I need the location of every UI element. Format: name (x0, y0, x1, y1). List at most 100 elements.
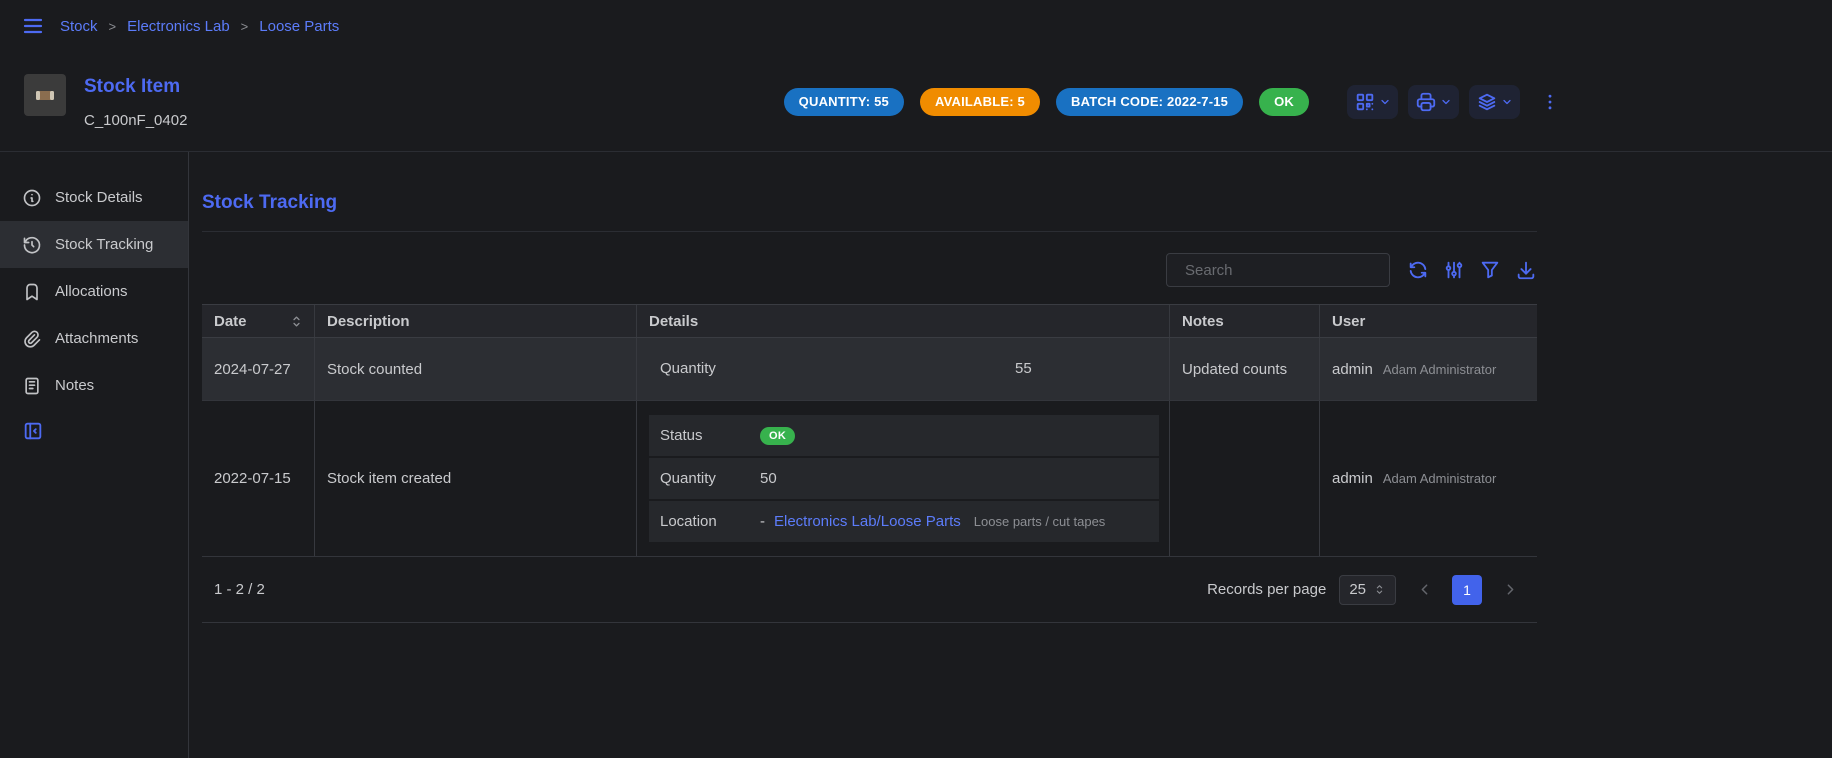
notes-icon (22, 376, 42, 396)
column-header-description: Description (314, 305, 636, 337)
page-header: Stock Item C_100nF_0402 QUANTITY: 55 AVA… (0, 52, 1832, 152)
stack-icon (1476, 91, 1498, 113)
location-dash: - (760, 513, 765, 530)
details-cell: Status OK Quantity 50 Location - Electro… (636, 401, 1169, 556)
column-header-details: Details (636, 305, 1169, 337)
notes-cell (1169, 401, 1319, 556)
chevron-down-icon (1379, 96, 1391, 108)
section-title: Stock Tracking (202, 192, 1537, 214)
records-per-page-label: Records per page (1207, 581, 1326, 598)
breadcrumb-electronics-lab[interactable]: Electronics Lab (127, 18, 230, 35)
sidebar-item-label: Allocations (55, 283, 128, 300)
detail-key: Quantity (660, 360, 1015, 377)
printer-icon (1415, 91, 1437, 113)
table-toolbar (202, 253, 1537, 287)
stock-operations-button[interactable] (1469, 85, 1520, 119)
available-badge: AVAILABLE: 5 (920, 88, 1040, 116)
sidebar-item-label: Attachments (55, 330, 138, 347)
detail-quantity-row: Quantity 55 (649, 348, 1159, 389)
location-link[interactable]: Electronics Lab/Loose Parts (774, 513, 961, 530)
title-block: Stock Item C_100nF_0402 (84, 74, 187, 129)
page-title: Stock Item (84, 76, 187, 98)
page-size-value: 25 (1349, 581, 1366, 598)
selector-icon (1373, 583, 1386, 596)
search-box (1166, 253, 1390, 287)
breadcrumb-separator: > (241, 19, 249, 34)
sidebar-item-notes[interactable]: Notes (0, 362, 188, 409)
qrcode-icon (1354, 91, 1376, 113)
user-cell: admin Adam Administrator (1319, 338, 1537, 400)
content: Stock Details Stock Tracking Allocations… (0, 152, 1832, 758)
detail-value: 55 (1015, 360, 1032, 377)
detail-value: 50 (760, 470, 777, 487)
sort-icon (289, 314, 304, 329)
column-header-user: User (1319, 305, 1537, 337)
part-thumbnail[interactable] (24, 74, 66, 116)
menu-icon[interactable] (21, 14, 45, 38)
sidebar-item-allocations[interactable]: Allocations (0, 268, 188, 315)
header-actions: QUANTITY: 55 AVAILABLE: 5 BATCH CODE: 20… (784, 85, 1564, 119)
chevron-down-icon (1501, 96, 1513, 108)
sidebar-collapse-button[interactable] (0, 409, 188, 453)
notes-cell: Updated counts (1169, 338, 1319, 400)
action-buttons (1347, 85, 1564, 119)
page-1-button[interactable]: 1 (1452, 575, 1482, 605)
bookmark-icon (22, 282, 42, 302)
record-range: 1 - 2 / 2 (214, 581, 265, 598)
table-actions (1407, 259, 1537, 281)
date-cell: 2022-07-15 (202, 401, 314, 556)
table-row[interactable]: 2024-07-27 Stock counted Quantity 55 Upd… (202, 338, 1537, 401)
breadcrumb-separator: > (109, 19, 117, 34)
barcode-actions-button[interactable] (1347, 85, 1398, 119)
detail-location-row: Location - Electronics Lab/Loose Parts L… (649, 501, 1159, 542)
search-input[interactable] (1185, 262, 1384, 279)
status-ok-badge: OK (1259, 88, 1309, 116)
sidebar: Stock Details Stock Tracking Allocations… (0, 152, 189, 758)
chevron-left-icon (1416, 581, 1433, 598)
detail-key: Status (660, 427, 760, 444)
info-circle-icon (22, 188, 42, 208)
detail-key: Quantity (660, 470, 760, 487)
previous-page-button[interactable] (1409, 575, 1439, 605)
pagination-controls: Records per page 25 1 (1207, 575, 1525, 605)
breadcrumb-loose-parts[interactable]: Loose Parts (259, 18, 339, 35)
detail-quantity-row: Quantity 50 (649, 458, 1159, 499)
capacitor-image (30, 80, 60, 110)
username: admin (1332, 361, 1373, 378)
quantity-badge: QUANTITY: 55 (784, 88, 904, 116)
username: admin (1332, 470, 1373, 487)
user-full-name: Adam Administrator (1383, 362, 1496, 377)
column-header-notes: Notes (1169, 305, 1319, 337)
paperclip-icon (22, 329, 42, 349)
column-header-date[interactable]: Date (202, 305, 314, 337)
sidebar-item-stock-tracking[interactable]: Stock Tracking (0, 221, 188, 268)
breadcrumb-stock[interactable]: Stock (60, 18, 98, 35)
download-icon[interactable] (1515, 259, 1537, 281)
date-cell: 2024-07-27 (202, 338, 314, 400)
batch-code-badge: BATCH CODE: 2022-7-15 (1056, 88, 1243, 116)
table-header-row: Date Description Details Notes User (202, 304, 1537, 338)
description-cell: Stock counted (314, 338, 636, 400)
description-cell: Stock item created (314, 401, 636, 556)
sidebar-item-stock-details[interactable]: Stock Details (0, 174, 188, 221)
sidebar-collapse-icon (22, 420, 44, 442)
filter-icon[interactable] (1479, 259, 1501, 281)
details-cell: Quantity 55 (636, 338, 1169, 400)
topbar: Stock > Electronics Lab > Loose Parts (0, 0, 1832, 52)
print-actions-button[interactable] (1408, 85, 1459, 119)
sidebar-item-attachments[interactable]: Attachments (0, 315, 188, 362)
sidebar-item-label: Stock Tracking (55, 236, 153, 253)
chevron-down-icon (1440, 96, 1452, 108)
chevron-right-icon (1502, 581, 1519, 598)
sidebar-item-label: Stock Details (55, 189, 143, 206)
next-page-button[interactable] (1495, 575, 1525, 605)
table-row[interactable]: 2022-07-15 Stock item created Status OK … (202, 401, 1537, 557)
history-icon (22, 235, 42, 255)
main-panel: Stock Tracking (189, 152, 1537, 758)
records-per-page-select[interactable]: 25 (1339, 575, 1396, 605)
options-menu-button[interactable] (1536, 86, 1564, 118)
adjustments-icon[interactable] (1443, 259, 1465, 281)
dots-vertical-icon (1540, 92, 1560, 112)
table-footer: 1 - 2 / 2 Records per page 25 1 (202, 557, 1537, 623)
refresh-icon[interactable] (1407, 259, 1429, 281)
